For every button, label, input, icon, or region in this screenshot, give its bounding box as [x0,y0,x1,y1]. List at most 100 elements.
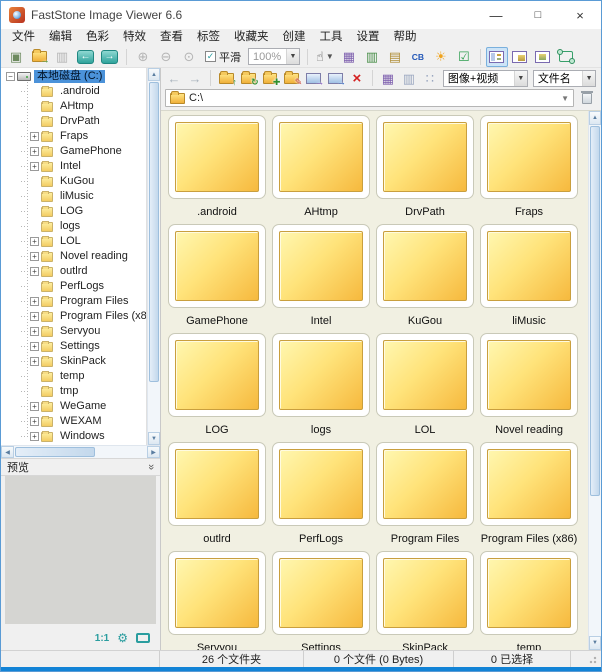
expand-icon[interactable]: + [30,267,39,276]
menu-item-file[interactable]: 文件 [5,29,42,46]
back-button[interactable]: ← [164,69,184,87]
fullscreen-layout-button[interactable] [532,47,554,67]
details-view-button[interactable]: ▥ [399,69,419,87]
tree-item[interactable]: DrvPath [1,114,146,129]
screen-capture-button[interactable]: ▣ [5,47,27,67]
tree-item[interactable]: +WeGame [1,399,146,414]
tree-item[interactable]: .android [1,84,146,99]
tree-item[interactable]: +Servyou [1,324,146,339]
expand-icon[interactable]: + [30,147,39,156]
open-folder-button[interactable]: → [28,47,50,67]
folder-cell[interactable]: SkinPack [373,549,477,650]
folder-cell[interactable]: GamePhone [165,222,269,331]
menu-item-tools[interactable]: 工具 [313,29,350,46]
expand-icon[interactable]: + [30,162,39,171]
tree-item[interactable]: +Program Files (x86) [1,309,146,324]
screen-settings-button[interactable]: ☑ [453,47,475,67]
tree-item[interactable]: +Novel reading [1,249,146,264]
tree-item[interactable]: +WEXAM [1,414,146,429]
tree-item[interactable]: temp [1,369,146,384]
tree-item[interactable]: logs [1,219,146,234]
adjust-lighting-button[interactable]: ☀ [430,47,452,67]
tree-item[interactable]: +Windows [1,429,146,444]
close-button[interactable]: × [559,1,601,29]
tree-horizontal-scrollbar[interactable]: ◀ ▶ [1,445,160,458]
expand-icon[interactable]: + [30,132,39,141]
folder-cell[interactable]: Settings [269,549,373,650]
sort-order-select[interactable]: 文件名▼ [533,70,596,87]
smooth-checkbox[interactable]: ✓平滑 [205,49,241,65]
expand-icon[interactable]: + [30,327,39,336]
thumbnails-view-button[interactable]: ▦ [378,69,398,87]
rename-folder-button[interactable]: ✎ [281,69,302,87]
tree-item[interactable]: −本地磁盘 (C:) [1,69,146,84]
grid-vertical-scrollbar[interactable]: ▲ ▼ [588,111,601,650]
forward-button[interactable]: → [185,69,205,87]
preview-settings-icon[interactable]: ⚙ [117,632,128,644]
expand-icon[interactable]: + [30,297,39,306]
folder-cell[interactable]: Servyou [165,549,269,650]
previous-image-button[interactable]: ← [74,47,97,67]
tree-item[interactable]: +SkinPack [1,354,146,369]
menu-item-help[interactable]: 帮助 [387,29,424,46]
collapse-icon[interactable]: − [6,72,15,81]
file-filter-select[interactable]: 图像+视频▼ [443,70,528,87]
delete-button[interactable]: × [347,69,367,87]
tree-scroll-right-icon[interactable]: ▶ [147,446,160,458]
tree-item[interactable]: LOG [1,204,146,219]
address-input[interactable]: C:\ ▼ [165,89,574,107]
tree-item[interactable]: PerfLogs [1,279,146,294]
expand-icon[interactable]: + [30,342,39,351]
menu-item-view[interactable]: 查看 [153,29,190,46]
folder-cell[interactable]: temp [477,549,581,650]
new-folder-button[interactable]: ✚ [260,69,281,87]
tree-item[interactable]: liMusic [1,189,146,204]
grid-scroll-down-icon[interactable]: ▼ [589,636,601,650]
folder-cell[interactable]: .android [165,113,269,222]
folder-cell[interactable]: KuGou [373,222,477,331]
menu-item-edit[interactable]: 编辑 [42,29,79,46]
tree-hscroll-thumb[interactable] [15,447,95,457]
minimize-button[interactable]: — [475,1,517,29]
tree-item[interactable]: +Program Files [1,294,146,309]
tree-item[interactable]: +outlrd [1,264,146,279]
tree-item[interactable]: KuGou [1,174,146,189]
address-dropdown-icon[interactable]: ▼ [561,94,569,103]
tree-vertical-scrollbar[interactable]: ▲ ▼ [147,68,160,445]
collapse-preview-icon[interactable]: » [145,464,157,470]
tree-item[interactable]: tmp [1,384,146,399]
select-area-button[interactable] [555,47,577,67]
up-folder-button[interactable]: ↑ [216,69,237,87]
list-view-button[interactable]: ∷ [420,69,440,87]
tree-item[interactable]: +Intel [1,159,146,174]
expand-icon[interactable]: + [30,237,39,246]
batch-convert-button[interactable]: CB [407,47,429,67]
expand-icon[interactable]: + [30,432,39,441]
folder-cell[interactable]: Fraps [477,113,581,222]
folder-cell[interactable]: PerfLogs [269,440,373,549]
folder-cell[interactable]: AHtmp [269,113,373,222]
zoom-in-button[interactable]: ⊕ [132,47,154,67]
resize-grip-icon[interactable] [589,654,599,664]
copy-to-button[interactable]: → [303,69,324,87]
menu-item-tag[interactable]: 标签 [190,29,227,46]
menu-item-effects[interactable]: 特效 [116,29,153,46]
folder-cell[interactable]: LOG [165,331,269,440]
folder-cell[interactable]: DrvPath [373,113,477,222]
zoom-out-button[interactable]: ⊖ [155,47,177,67]
tree-item[interactable]: +LOL [1,234,146,249]
folder-cell[interactable]: logs [269,331,373,440]
tree-scroll-up-icon[interactable]: ▲ [148,68,160,81]
compare-images-button[interactable]: ▥ [361,47,383,67]
grid-scroll-thumb[interactable] [590,126,600,496]
maximize-button[interactable]: □ [517,1,559,29]
grid-scroll-up-icon[interactable]: ▲ [589,111,601,125]
folder-cell[interactable]: outlrd [165,440,269,549]
preview-ratio-button[interactable]: 1:1 [95,633,109,644]
preview-panel-header[interactable]: 预览 » [1,458,160,476]
folder-cell[interactable]: Program Files [373,440,477,549]
expand-icon[interactable]: + [30,357,39,366]
actual-size-button[interactable]: ⊙ [178,47,200,67]
folder-cell[interactable]: Novel reading [477,331,581,440]
menu-item-colors[interactable]: 色彩 [79,29,116,46]
